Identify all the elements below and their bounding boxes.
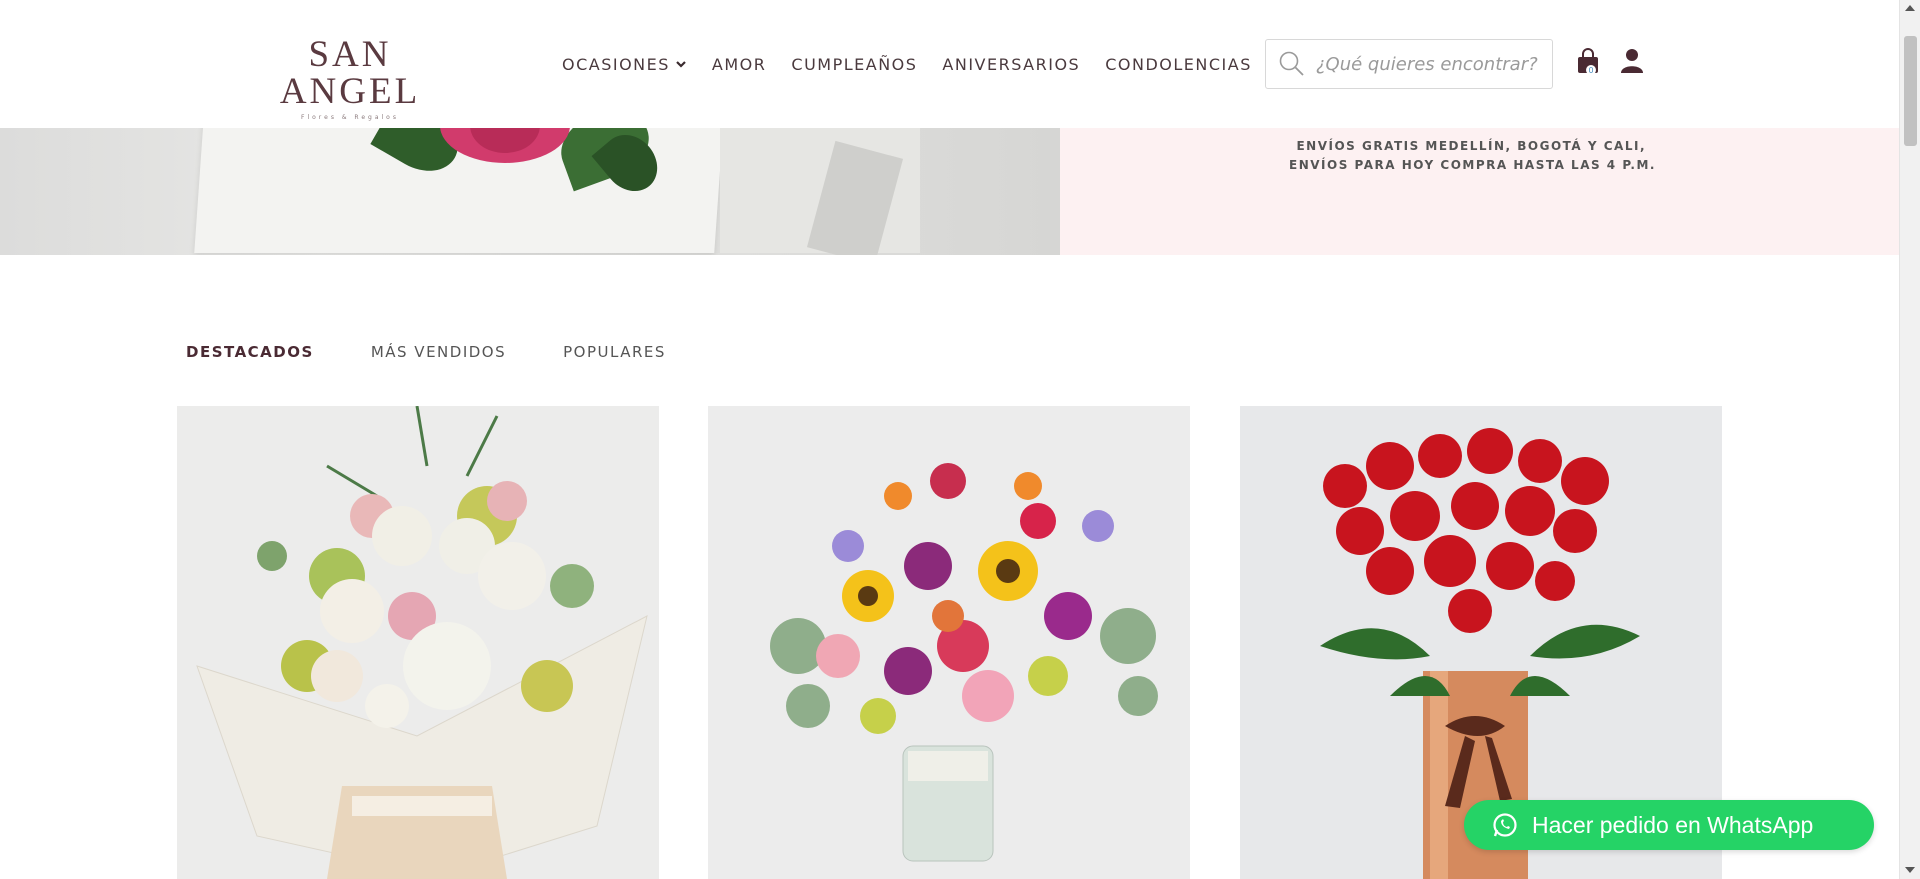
logo[interactable]: SAN ANGEL Flores & Regalos [245,36,455,121]
nav-item-ocasiones[interactable]: OCASIONES [562,55,687,74]
product-image [177,406,659,879]
tab-mas-vendidos[interactable]: MÁS VENDIDOS [371,343,506,361]
nav-item-label: AMOR [711,54,767,74]
search-box [1265,39,1553,89]
product-card[interactable] [177,406,659,879]
scroll-thumb[interactable] [1904,36,1917,146]
shipping-banner: ENVÍOS GRATIS MEDELLÍN, BOGOTÁ Y CALI, E… [1060,128,1899,255]
product-image [708,406,1190,879]
nav-item-aniversarios[interactable]: ANIVERSARIOS [942,55,1080,74]
logo-tagline: Flores & Regalos [301,114,399,121]
main-nav: OCASIONES AMOR CUMPLEAÑOS ANIVERSARIOS C… [562,54,1277,74]
product-tabs: DESTACADOS MÁS VENDIDOS POPULARES [186,343,723,361]
search-input[interactable] [1316,53,1546,75]
user-account-icon[interactable] [1620,48,1644,74]
nav-item-amor[interactable]: AMOR [712,55,766,74]
hero-image [0,128,1060,255]
cart-icon[interactable]: 0 [1576,48,1600,76]
nav-item-label: OCASIONES [562,54,670,74]
logo-wordmark: SAN ANGEL [279,34,421,112]
tab-destacados[interactable]: DESTACADOS [186,343,314,361]
whatsapp-label: Hacer pedido en WhatsApp [1532,811,1814,838]
nav-item-label: CUMPLEAÑOS [791,54,918,74]
nav-item-condolencias[interactable]: CONDOLENCIAS [1105,55,1252,74]
product-card[interactable] [708,406,1190,879]
nav-item-label: ANIVERSARIOS [942,54,1081,74]
scroll-down-arrow[interactable] [1905,867,1915,873]
nav-item-cumpleanos[interactable]: CUMPLEAÑOS [791,55,917,74]
tab-populares[interactable]: POPULARES [563,343,666,361]
site-header: SAN ANGEL Flores & Regalos OCASIONES AMO… [0,0,1899,128]
whatsapp-order-button[interactable]: Hacer pedido en WhatsApp [1464,800,1874,850]
scrollbar[interactable] [1899,0,1920,879]
search-icon[interactable] [1278,50,1306,78]
whatsapp-icon [1493,813,1517,837]
nav-item-label: CONDOLENCIAS [1105,54,1252,74]
cart-count: 0 [1588,66,1593,75]
chevron-down-icon [676,61,686,68]
banner-line-2: ENVÍOS PARA HOY COMPRA HASTA LAS 4 P.M. [1289,158,1656,172]
banner-line-1: ENVÍOS GRATIS MEDELLÍN, BOGOTÁ Y CALI, [1296,139,1646,153]
scroll-up-arrow[interactable] [1905,5,1915,11]
